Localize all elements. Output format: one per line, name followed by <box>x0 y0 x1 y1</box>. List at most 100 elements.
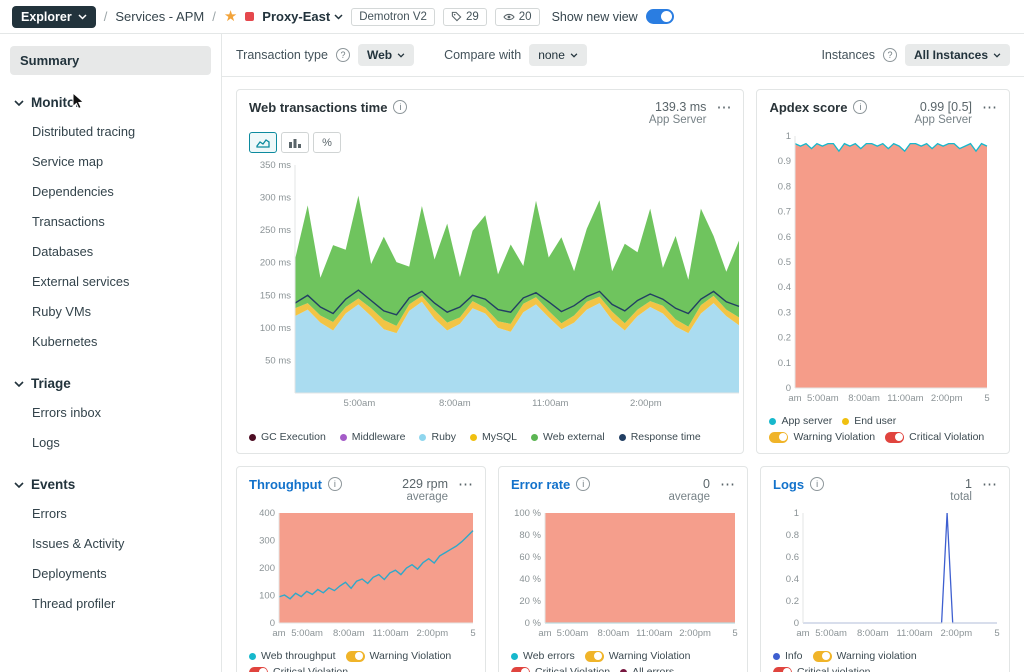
sidebar-section-monitor[interactable]: Monitor <box>10 89 211 116</box>
legend-label: Ruby <box>431 431 456 443</box>
svg-text:2:00pm: 2:00pm <box>679 628 711 639</box>
entity-dropdown[interactable]: Proxy-East <box>262 9 343 24</box>
legend-label: App server <box>781 415 832 427</box>
sidebar-item-thread-profiler[interactable]: Thread profiler <box>10 588 211 618</box>
sidebar-item-logs[interactable]: Logs <box>10 427 211 457</box>
chart-title-logs[interactable]: Logs <box>773 477 804 492</box>
sidebar-item-summary[interactable]: Summary <box>10 46 211 75</box>
throughput-chart[interactable]: 0100200300400am5:00am8:00am11:00am2:00pm… <box>249 505 473 644</box>
sidebar-item-ruby-vms[interactable]: Ruby VMs <box>10 296 211 326</box>
legend-dot-icon <box>340 434 347 441</box>
chart-type-bar-button[interactable] <box>281 132 309 153</box>
warning-violation-toggle[interactable] <box>813 651 832 662</box>
critical-violation-toggle[interactable] <box>885 432 904 443</box>
info-icon[interactable]: i <box>328 477 342 491</box>
sidebar-item-external-services[interactable]: External services <box>10 266 211 296</box>
chart-card-web-transactions-time: Web transactions time i 139.3 ms App Ser… <box>236 89 744 454</box>
instances-dropdown[interactable]: All Instances <box>905 44 1010 66</box>
chart-type-percent-button[interactable]: % <box>313 132 341 153</box>
sidebar-item-errors-inbox[interactable]: Errors inbox <box>10 397 211 427</box>
legend-label: Warning Violation <box>793 431 875 443</box>
legend-item-gc-execution[interactable]: GC Execution <box>249 431 326 443</box>
card-menu-button[interactable]: ⋯ <box>978 100 997 115</box>
legend-item-web-throughput[interactable]: Web throughput <box>249 650 336 662</box>
chart-title-error-rate[interactable]: Error rate <box>511 477 570 492</box>
legend-item-warning-violation[interactable]: Warning Violation <box>585 650 691 662</box>
legend-item-end-user[interactable]: End user <box>842 415 896 427</box>
breadcrumb-services-apm[interactable]: Services - APM <box>115 9 204 24</box>
watchers-badge[interactable]: 20 <box>495 8 540 26</box>
card-menu-button[interactable]: ⋯ <box>978 477 997 492</box>
legend-item-critical-violation[interactable]: Critical Violation <box>511 666 610 672</box>
sidebar-item-transactions[interactable]: Transactions <box>10 206 211 236</box>
card-menu-button[interactable]: ⋯ <box>716 477 735 492</box>
compare-with-dropdown[interactable]: none <box>529 44 587 66</box>
critical-violation-toggle[interactable] <box>249 667 268 672</box>
transaction-type-dropdown[interactable]: Web <box>358 44 414 66</box>
legend-item-critical-violation[interactable]: Critical Violation <box>885 431 984 443</box>
chart-value-sublabel: App Server <box>649 114 707 126</box>
legend-item-info[interactable]: Info <box>773 650 803 662</box>
svg-text:5:00am: 5:00am <box>291 628 323 639</box>
legend-item-web-errors[interactable]: Web errors <box>511 650 575 662</box>
info-icon[interactable]: i <box>393 100 407 114</box>
sidebar-item-errors[interactable]: Errors <box>10 498 211 528</box>
critical-violation-toggle[interactable] <box>511 667 530 672</box>
card-menu-button[interactable]: ⋯ <box>712 100 731 115</box>
legend-item-app-server[interactable]: App server <box>769 415 832 427</box>
svg-text:0.6: 0.6 <box>786 552 799 563</box>
sidebar-section-triage[interactable]: Triage <box>10 370 211 397</box>
account-badge[interactable]: Demotron V2 <box>351 8 435 26</box>
legend-item-all-errors[interactable]: All errors <box>620 666 674 672</box>
chart-legend: Web throughput Warning Violation Critical … <box>249 644 473 672</box>
legend-item-middleware[interactable]: Middleware <box>340 431 406 443</box>
web-transactions-time-chart[interactable]: 50 ms100 ms150 ms200 ms250 ms300 ms350 m… <box>249 157 731 414</box>
logs-chart[interactable]: 00.20.40.60.81am5:00am8:00am11:00am2:00p… <box>773 505 997 644</box>
svg-text:0.7: 0.7 <box>778 207 791 218</box>
tags-badge[interactable]: 29 <box>443 8 487 26</box>
help-icon[interactable]: ? <box>883 48 897 62</box>
sidebar-item-kubernetes[interactable]: Kubernetes <box>10 326 211 356</box>
legend-item-ruby[interactable]: Ruby <box>419 431 456 443</box>
favorite-star-icon[interactable]: ★ <box>224 9 237 24</box>
chevron-down-icon <box>14 100 24 106</box>
legend-item-mysql[interactable]: MySQL <box>470 431 517 443</box>
help-icon[interactable]: ? <box>336 48 350 62</box>
sidebar-item-issues-activity[interactable]: Issues & Activity <box>10 528 211 558</box>
legend-item-warning-violation[interactable]: Warning Violation <box>346 650 452 662</box>
legend-label: Web errors <box>523 650 575 662</box>
warning-violation-toggle[interactable] <box>769 432 788 443</box>
legend-item-web-external[interactable]: Web external <box>531 431 605 443</box>
error-rate-chart[interactable]: 0 %20 %40 %60 %80 %100 %am5:00am8:00am11… <box>511 505 735 644</box>
sidebar-item-service-map[interactable]: Service map <box>10 146 211 176</box>
info-icon[interactable]: i <box>576 477 590 491</box>
svg-text:400: 400 <box>259 508 275 519</box>
chart-title-apdex-score[interactable]: Apdex score <box>769 100 847 115</box>
warning-violation-toggle[interactable] <box>585 651 604 662</box>
sidebar-item-deployments[interactable]: Deployments <box>10 558 211 588</box>
chevron-down-icon <box>993 53 1001 58</box>
legend-item-critical-violation[interactable]: Critical violation <box>773 666 871 672</box>
chart-value-sublabel: average <box>668 491 710 503</box>
legend-label: GC Execution <box>261 431 326 443</box>
explorer-dropdown-button[interactable]: Explorer <box>12 6 96 28</box>
apdex-score-chart[interactable]: 00.10.20.30.40.50.60.70.80.91am5:00am8:0… <box>769 128 997 409</box>
warning-violation-toggle[interactable] <box>346 651 365 662</box>
show-new-view-toggle[interactable] <box>646 9 674 24</box>
legend-item-warning-violation[interactable]: Warning Violation <box>769 431 875 443</box>
info-icon[interactable]: i <box>853 100 867 114</box>
chart-title-throughput[interactable]: Throughput <box>249 477 322 492</box>
critical-violation-toggle[interactable] <box>773 667 792 672</box>
sidebar-item-dependencies[interactable]: Dependencies <box>10 176 211 206</box>
chart-title-web-transactions-time[interactable]: Web transactions time <box>249 100 387 115</box>
legend-item-critical-violation[interactable]: Critical Violation <box>249 666 348 672</box>
info-icon[interactable]: i <box>810 477 824 491</box>
sidebar-item-distributed-tracing[interactable]: Distributed tracing <box>10 116 211 146</box>
sidebar-section-events[interactable]: Events <box>10 471 211 498</box>
sidebar-item-databases[interactable]: Databases <box>10 236 211 266</box>
toggle-knob <box>259 668 267 672</box>
card-menu-button[interactable]: ⋯ <box>454 477 473 492</box>
chart-type-area-button[interactable] <box>249 132 277 153</box>
legend-item-warning-violation[interactable]: Warning violation <box>813 650 917 662</box>
legend-item-response-time[interactable]: Response time <box>619 431 701 443</box>
